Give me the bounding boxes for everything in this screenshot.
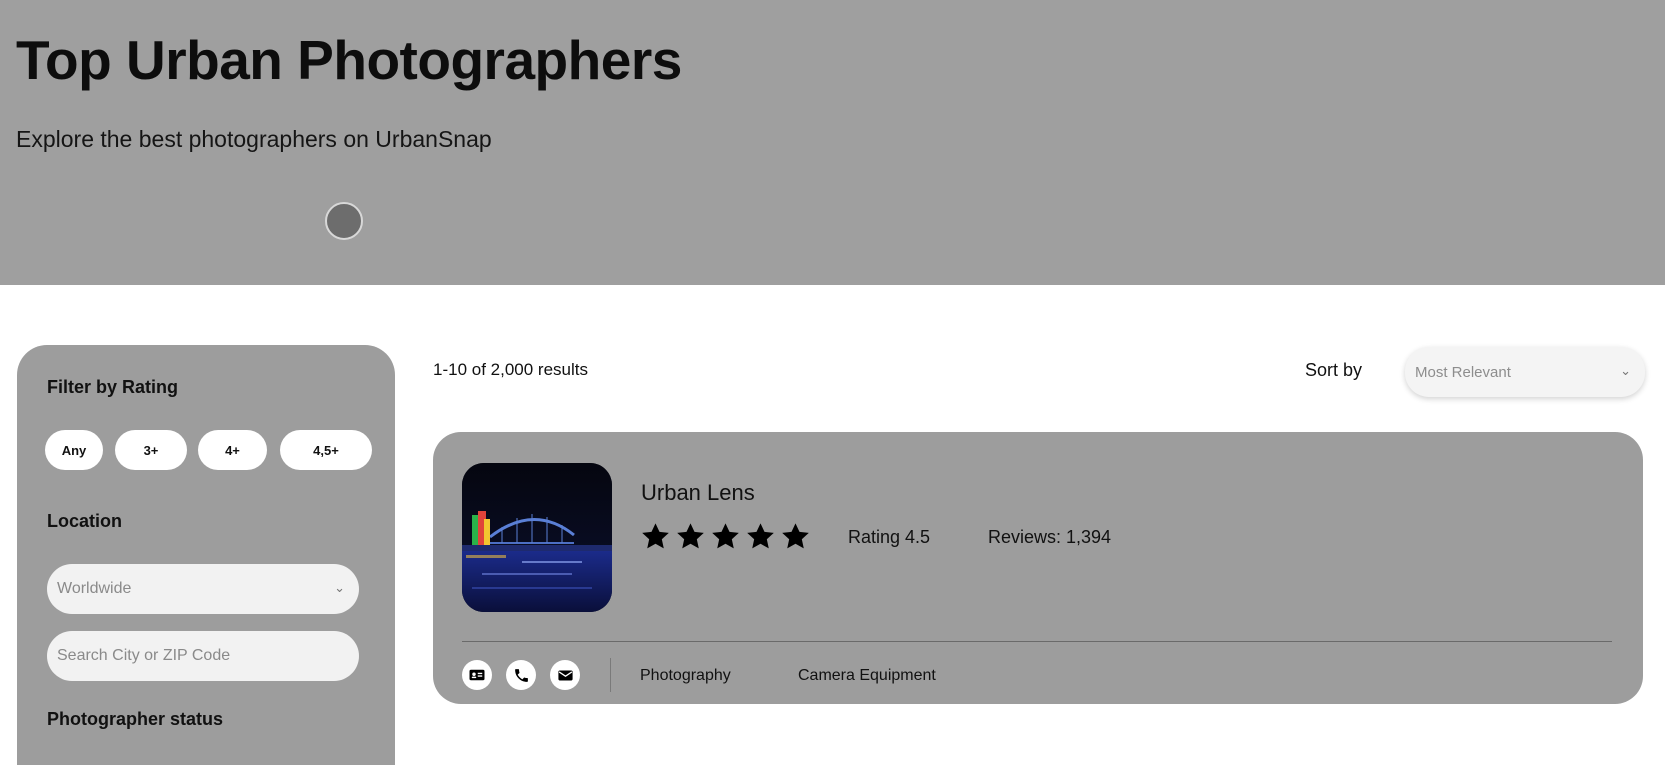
- id-card-icon[interactable]: [462, 660, 492, 690]
- city-zip-search-field[interactable]: [47, 631, 359, 681]
- sort-select[interactable]: Most Relevant ⌄: [1405, 347, 1645, 397]
- location-select-value: Worldwide: [57, 580, 132, 597]
- carousel-dot[interactable]: [325, 202, 363, 240]
- star-icon: [782, 523, 809, 549]
- reviews-count: Reviews: 1,394: [988, 527, 1112, 547]
- page-subtitle: Explore the best photographers on UrbanS…: [16, 126, 492, 152]
- sort-select-value: Most Relevant: [1415, 363, 1511, 381]
- phone-icon[interactable]: [506, 660, 536, 690]
- page-title: Top Urban Photographers: [16, 29, 682, 91]
- chevron-down-icon: ⌄: [1620, 363, 1631, 378]
- icon-tag-separator: [610, 658, 611, 692]
- mail-icon[interactable]: [550, 660, 580, 690]
- photographer-status-heading: Photographer status: [47, 709, 224, 729]
- rating-option-4-plus[interactable]: 4+: [198, 430, 267, 470]
- chevron-down-icon: ⌄: [334, 580, 345, 595]
- star-rating: [640, 521, 811, 552]
- tag-photography[interactable]: Photography: [640, 667, 731, 685]
- location-select[interactable]: Worldwide ⌄: [47, 564, 359, 614]
- rating-value: Rating 4.5: [848, 527, 931, 547]
- hero-banner: Top Urban Photographers Explore the best…: [0, 0, 1665, 285]
- photographer-thumbnail[interactable]: [462, 463, 612, 612]
- rating-option-any[interactable]: Any: [45, 430, 103, 470]
- star-icon: [677, 523, 704, 549]
- rating-option-3-plus[interactable]: 3+: [115, 430, 187, 470]
- city-zip-search-input[interactable]: [57, 647, 359, 665]
- tag-camera-equipment[interactable]: Camera Equipment: [798, 667, 936, 685]
- star-icon: [747, 523, 774, 549]
- photographer-card[interactable]: Urban Lens Rating 4.5 Reviews: 1,394 Pho…: [433, 432, 1643, 704]
- results-count: 1-10 of 2,000 results: [433, 360, 588, 379]
- sort-label: Sort by: [1305, 360, 1363, 380]
- star-icon: [642, 523, 669, 549]
- star-icon: [712, 523, 739, 549]
- rating-option-4-5-plus[interactable]: 4,5+: [280, 430, 372, 470]
- harbour-bridge-night-image: [462, 463, 612, 612]
- photographer-name[interactable]: Urban Lens: [641, 480, 755, 506]
- rating-filter-heading: Filter by Rating: [47, 377, 179, 397]
- card-divider: [462, 641, 1612, 642]
- location-heading: Location: [47, 511, 122, 531]
- filter-sidebar: Filter by Rating Any 3+ 4+ 4,5+ Location…: [17, 345, 395, 765]
